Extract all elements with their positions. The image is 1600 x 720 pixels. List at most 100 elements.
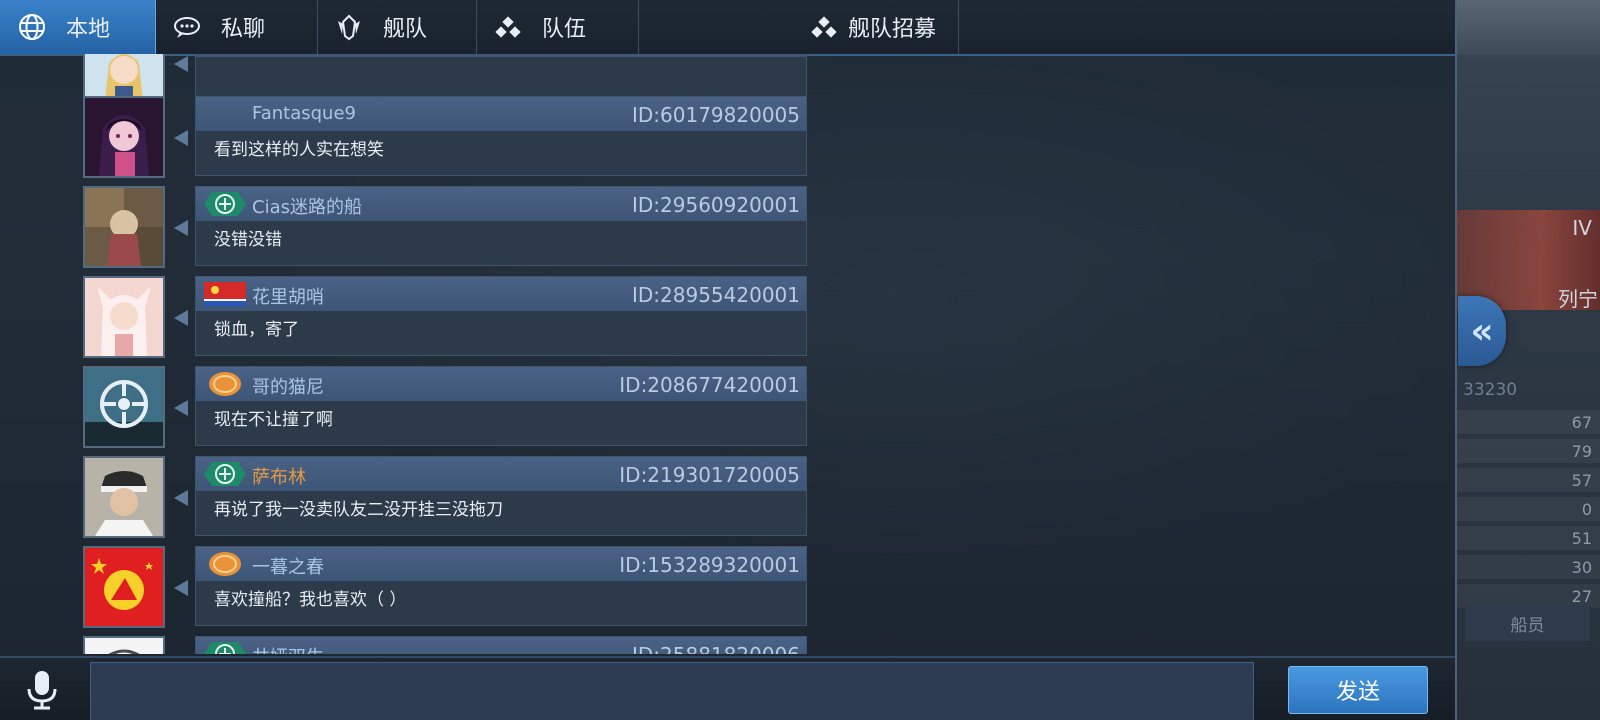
sender-id: ID:29560920001 bbox=[631, 193, 800, 217]
message-text: 看到这样的人实在想笑 bbox=[214, 140, 384, 160]
orange-medal-badge-icon bbox=[202, 550, 248, 578]
tab-label: 舰队招募 bbox=[848, 17, 937, 42]
sender-name[interactable]: 哥的猫尼 bbox=[252, 373, 324, 399]
chat-window: 本地 私聊 舰队 队伍 舰队招募 Fantasque9 ID:601798200… bbox=[0, 0, 1457, 720]
fleet-emblem-icon bbox=[333, 11, 365, 43]
sender-id: ID:219301720005 bbox=[619, 463, 800, 487]
sender-name[interactable]: 一暮之春 bbox=[252, 553, 324, 579]
message-text: 锁血，寄了 bbox=[214, 320, 299, 340]
stat-row: 57 bbox=[1455, 468, 1600, 492]
message-bubble: Fantasque9 ID:60179820005 看到这样的人实在想笑 bbox=[195, 96, 807, 176]
chat-message: 井娅双生 ID:25881820006 bbox=[0, 630, 820, 654]
ship-stats-list: 67 79 57 0 51 30 27 bbox=[1455, 410, 1600, 613]
tab-label: 队伍 bbox=[542, 17, 587, 42]
chat-message: 一暮之春 ID:153289320001 喜欢撞船？我也喜欢（ ） bbox=[0, 540, 820, 630]
message-bubble: Cias迷路的船 ID:29560920001 没错没错 bbox=[195, 186, 807, 266]
fleet-emblem-badge-icon bbox=[202, 640, 248, 654]
bubble-pointer bbox=[174, 220, 188, 236]
message-header: Fantasque9 ID:60179820005 bbox=[196, 97, 806, 131]
message-header: Cias迷路的船 ID:29560920001 bbox=[196, 187, 806, 221]
message-header: 萨布林 ID:219301720005 bbox=[196, 457, 806, 491]
message-bubble: 花里胡哨 ID:28955420001 锁血，寄了 bbox=[195, 276, 807, 356]
globe-icon bbox=[16, 11, 48, 43]
message-text: 现在不让撞了啊 bbox=[214, 410, 333, 430]
message-text: 喜欢撞船？我也喜欢（ ） bbox=[214, 590, 407, 610]
chat-message: Fantasque9 ID:60179820005 看到这样的人实在想笑 bbox=[0, 90, 820, 180]
bubble-pointer bbox=[174, 490, 188, 506]
sender-id: ID:25881820006 bbox=[632, 643, 800, 654]
sender-id: ID:60179820005 bbox=[631, 103, 800, 127]
naval-flag-badge-icon bbox=[202, 280, 248, 308]
crew-button[interactable]: 船员 bbox=[1465, 605, 1590, 641]
voice-input-button[interactable] bbox=[18, 668, 66, 716]
ship-name-label: 列宁 bbox=[1558, 287, 1598, 311]
tab-label: 私聊 bbox=[221, 17, 266, 42]
message-text: 再说了我一没卖队友二没开挂三没拖刀 bbox=[214, 500, 503, 520]
stat-row: 30 bbox=[1455, 555, 1600, 579]
bubble-pointer bbox=[174, 56, 188, 72]
chat-input-bar: 发送 bbox=[0, 656, 1455, 720]
fleet-emblem-badge-icon bbox=[202, 460, 248, 488]
sender-id: ID:153289320001 bbox=[619, 553, 800, 577]
bubble-pointer bbox=[174, 580, 188, 596]
tab-team[interactable]: 队伍 bbox=[476, 0, 639, 54]
avatar[interactable] bbox=[83, 276, 165, 358]
message-bubble: 井娅双生 ID:25881820006 bbox=[195, 636, 807, 654]
double-chevron-left-icon: « bbox=[1470, 310, 1494, 352]
sender-name[interactable]: Cias迷路的船 bbox=[252, 193, 362, 219]
stat-row: 67 bbox=[1455, 410, 1600, 434]
avatar[interactable] bbox=[83, 96, 165, 178]
sender-name[interactable]: Fantasque9 bbox=[252, 103, 356, 124]
sender-name[interactable]: 萨布林 bbox=[252, 463, 306, 489]
message-header: 井娅双生 ID:25881820006 bbox=[196, 637, 806, 654]
avatar[interactable] bbox=[83, 546, 165, 628]
ship-tier-label: IV bbox=[1572, 216, 1592, 240]
fleet-emblem-badge-icon bbox=[202, 190, 248, 218]
stat-row: 0 bbox=[1455, 497, 1600, 521]
tab-fleet[interactable]: 舰队 bbox=[317, 0, 477, 54]
tab-private-chat[interactable]: 私聊 bbox=[155, 0, 318, 54]
orange-medal-badge-icon bbox=[202, 370, 248, 398]
avatar[interactable] bbox=[83, 456, 165, 538]
tab-label: 舰队 bbox=[383, 17, 428, 42]
message-text: 没错没错 bbox=[214, 230, 282, 250]
ship-power-value: 33230 bbox=[1463, 380, 1518, 400]
team-dots-icon bbox=[492, 11, 524, 43]
message-bubble: 哥的猫尼 ID:208677420001 现在不让撞了啊 bbox=[195, 366, 807, 446]
message-header: 一暮之春 ID:153289320001 bbox=[196, 547, 806, 581]
message-list[interactable]: Fantasque9 ID:60179820005 看到这样的人实在想笑 Cia… bbox=[0, 54, 820, 654]
stat-row: 79 bbox=[1455, 439, 1600, 463]
stat-row: 51 bbox=[1455, 526, 1600, 550]
avatar[interactable] bbox=[83, 186, 165, 268]
chat-message: 萨布林 ID:219301720005 再说了我一没卖队友二没开挂三没拖刀 bbox=[0, 450, 820, 540]
side-panel-header bbox=[1455, 0, 1600, 55]
chat-message: 哥的猫尼 ID:208677420001 现在不让撞了啊 bbox=[0, 360, 820, 450]
message-header: 花里胡哨 ID:28955420001 bbox=[196, 277, 806, 311]
message-bubble: 一暮之春 ID:153289320001 喜欢撞船？我也喜欢（ ） bbox=[195, 546, 807, 626]
bubble-pointer bbox=[174, 310, 188, 326]
collapse-chat-button[interactable]: « bbox=[1458, 296, 1506, 366]
message-header bbox=[196, 54, 806, 57]
message-bubble: 萨布林 ID:219301720005 再说了我一没卖队友二没开挂三没拖刀 bbox=[195, 456, 807, 536]
tab-label: 本地 bbox=[66, 17, 111, 42]
bubble-pointer bbox=[174, 130, 188, 146]
sender-name[interactable]: 花里胡哨 bbox=[252, 283, 324, 309]
sender-name[interactable]: 井娅双生 bbox=[252, 643, 324, 654]
chat-tab-bar: 本地 私聊 舰队 队伍 舰队招募 bbox=[0, 0, 1455, 56]
message-header: 哥的猫尼 ID:208677420001 bbox=[196, 367, 806, 401]
tab-fleet-recruit[interactable]: 舰队招募 bbox=[638, 0, 959, 54]
avatar[interactable] bbox=[83, 636, 165, 654]
microphone-icon bbox=[25, 669, 59, 715]
game-screen: IV 列宁 33230 67 79 57 0 51 30 27 船员 « 本地 bbox=[0, 0, 1600, 720]
recruit-dots-icon bbox=[808, 11, 840, 43]
avatar[interactable] bbox=[83, 366, 165, 448]
chat-bubble-icon bbox=[171, 11, 203, 43]
chat-message-input[interactable] bbox=[90, 662, 1254, 720]
bubble-pointer bbox=[174, 400, 188, 416]
sender-id: ID:208677420001 bbox=[619, 373, 800, 397]
chat-message: Cias迷路的船 ID:29560920001 没错没错 bbox=[0, 180, 820, 270]
tab-local[interactable]: 本地 bbox=[0, 0, 156, 54]
sender-id: ID:28955420001 bbox=[631, 283, 800, 307]
send-button[interactable]: 发送 bbox=[1288, 666, 1428, 714]
chat-message: 花里胡哨 ID:28955420001 锁血，寄了 bbox=[0, 270, 820, 360]
